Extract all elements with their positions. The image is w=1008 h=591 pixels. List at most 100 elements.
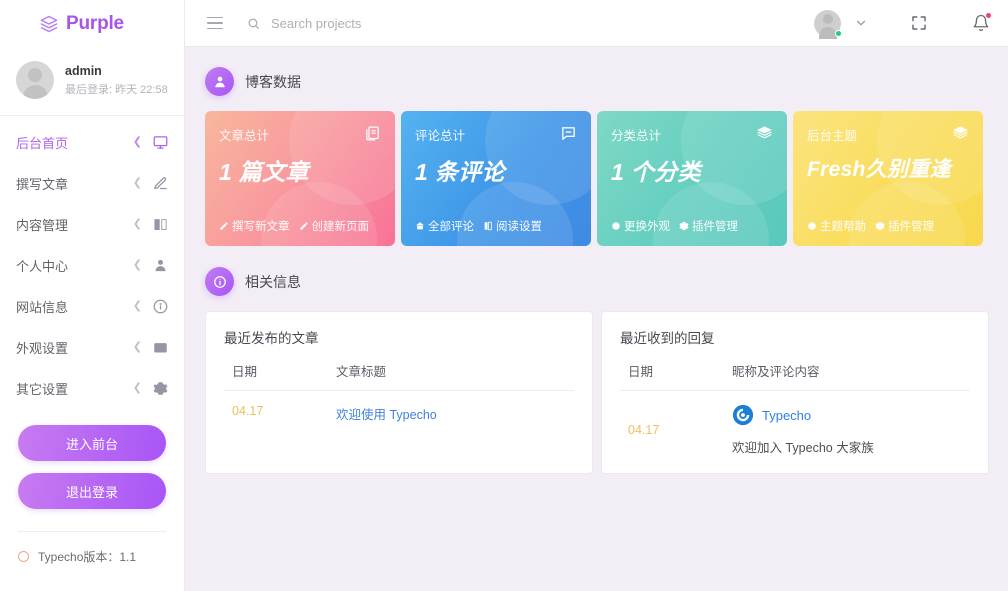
gear-icon (679, 221, 689, 231)
stat-card-value: 1 条评论 (415, 159, 505, 185)
stat-card-label: 评论总计 (415, 129, 466, 143)
header-avatar[interactable] (814, 9, 842, 39)
version-row: Typecho版本：1.1 (0, 532, 184, 565)
dot-icon (612, 222, 620, 230)
table-header-row: 日期 昵称及评论内容 (620, 361, 970, 391)
stat-card-label: 文章总计 (219, 129, 270, 143)
brand[interactable]: Purple (0, 0, 184, 47)
panel-title: 最近收到的回复 (620, 331, 715, 346)
sidebar-item-write-post[interactable]: 撰写文章 ❮ (0, 163, 184, 204)
stat-card-theme[interactable]: 后台主题 Fresh久别重逢 主题帮助 插件管理 (793, 111, 983, 246)
tag-icon (416, 222, 424, 230)
gear-icon (153, 381, 168, 396)
stat-card-link[interactable]: 更换外观 (611, 218, 670, 234)
stat-card-categories[interactable]: 分类总计 1 个分类 更换外观 插件管理 (597, 111, 787, 246)
monitor-icon (153, 135, 168, 150)
stat-card-links: 更换外观 插件管理 (611, 218, 738, 234)
sidebar-item-label: 外观设置 (16, 341, 69, 356)
hamburger-icon[interactable] (207, 16, 223, 30)
sidebar-item-label: 内容管理 (16, 218, 69, 233)
sidebar-actions: 进入前台 退出登录 (0, 409, 184, 509)
typecho-logo-icon (732, 404, 754, 426)
user-badge-icon (205, 67, 234, 96)
search-icon (247, 17, 260, 30)
brand-name: Purple (66, 12, 124, 34)
stat-card-link[interactable]: 全部评论 (415, 218, 474, 234)
panel-recent-posts: 最近发布的文章 日期 文章标题 04.17 欢迎使用 Typecho (205, 311, 593, 474)
topbar-actions (814, 9, 991, 39)
sidebar-item-profile[interactable]: 个人中心 ❮ (0, 245, 184, 286)
panel-recent-replies: 最近收到的回复 日期 昵称及评论内容 04.17 Typecho 欢迎加入 Ty… (601, 311, 989, 474)
chevron-left-icon: ❮ (132, 341, 142, 353)
stat-card-value: Fresh久别重逢 (807, 158, 951, 181)
sidebar-item-appearance[interactable]: 外观设置 ❮ (0, 327, 184, 368)
bell-icon[interactable] (972, 13, 991, 32)
sidebar-item-site-info[interactable]: 网站信息 ❮ (0, 286, 184, 327)
circle-icon (18, 551, 29, 562)
user-last-login: 最后登录: 昨天 22:58 (65, 83, 168, 96)
section-title: 相关信息 (245, 273, 301, 290)
sidebar-item-label: 个人中心 (16, 259, 69, 274)
gear-icon (875, 221, 885, 231)
admin-dashboard: Purple admin 最后登录: 昨天 22:58 后台首页 ❮ 撰写文章 (0, 0, 1008, 591)
table-row: 04.17 Typecho 欢迎加入 Typecho 大家族 (620, 391, 970, 457)
avatar (16, 61, 54, 99)
info-panels: 最近发布的文章 日期 文章标题 04.17 欢迎使用 Typecho 最近收到的… (205, 311, 1000, 474)
stat-card-posts[interactable]: 文章总计 1 篇文章 撰写新文章 创建新页面 (205, 111, 395, 246)
stat-card-link[interactable]: 阅读设置 (483, 218, 542, 234)
stat-card-link[interactable]: 创建新页面 (299, 218, 369, 234)
user-name: admin (65, 63, 102, 78)
sidebar-item-label: 撰写文章 (16, 177, 69, 192)
logout-button[interactable]: 退出登录 (18, 473, 166, 509)
chevron-left-icon: ❮ (132, 382, 142, 394)
reply-date: 04.17 (628, 423, 660, 437)
reply-author[interactable]: Typecho (732, 404, 970, 426)
stat-card-link[interactable]: 插件管理 (875, 218, 934, 234)
fullscreen-icon[interactable] (910, 14, 928, 32)
goto-frontend-button[interactable]: 进入前台 (18, 425, 166, 461)
chevron-left-icon: ❮ (132, 300, 142, 312)
document-icon (364, 125, 381, 142)
search-box[interactable] (247, 15, 814, 31)
stat-card-label: 分类总计 (611, 129, 662, 143)
recent-posts-table: 日期 文章标题 04.17 欢迎使用 Typecho (224, 361, 574, 423)
stat-card-comments[interactable]: 评论总计 1 条评论 全部评论 阅读设置 (401, 111, 591, 246)
column-header-title: 文章标题 (336, 361, 574, 391)
search-input[interactable] (271, 15, 501, 31)
stat-card-link[interactable]: 插件管理 (679, 218, 738, 234)
stat-cards: 文章总计 1 篇文章 撰写新文章 创建新页面 评论总计 1 条评论 全部评论 阅… (205, 111, 1000, 246)
post-date: 04.17 (232, 404, 264, 418)
dot-icon (808, 222, 816, 230)
table-header-row: 日期 文章标题 (224, 361, 574, 391)
sidebar-item-label: 网站信息 (16, 300, 69, 315)
notification-dot (986, 13, 991, 18)
stat-card-link[interactable]: 撰写新文章 (219, 218, 290, 234)
chevron-left-icon: ❮ (132, 259, 142, 271)
chevron-down-icon[interactable] (841, 16, 868, 30)
section-header-info: 相关信息 (205, 267, 1000, 296)
sidebar-item-label: 后台首页 (16, 136, 69, 151)
book-icon (153, 217, 168, 232)
sidebar-item-dashboard[interactable]: 后台首页 ❮ (0, 122, 184, 163)
topbar (185, 0, 1008, 47)
layers-icon (756, 125, 773, 142)
image-icon (153, 340, 168, 355)
stat-card-links: 主题帮助 插件管理 (807, 218, 934, 234)
pencil-icon (153, 176, 168, 191)
stat-card-link[interactable]: 主题帮助 (807, 218, 866, 234)
sidebar-item-other-settings[interactable]: 其它设置 ❮ (0, 368, 184, 409)
column-header-date: 日期 (620, 361, 732, 391)
info-icon (153, 299, 168, 314)
chevron-left-icon: ❮ (132, 177, 142, 189)
section-title: 博客数据 (245, 73, 301, 90)
online-status-dot (835, 29, 842, 37)
info-badge-icon (205, 267, 234, 296)
book-icon (484, 221, 492, 231)
post-title-link[interactable]: 欢迎使用 Typecho (336, 408, 437, 422)
reply-author-name: Typecho (762, 407, 812, 423)
table-row: 04.17 欢迎使用 Typecho (224, 391, 574, 424)
chevron-left-icon: ❮ (132, 218, 142, 230)
sidebar-item-content-manage[interactable]: 内容管理 ❮ (0, 204, 184, 245)
user-block[interactable]: admin 最后登录: 昨天 22:58 (0, 47, 184, 116)
layers-icon (40, 15, 58, 33)
